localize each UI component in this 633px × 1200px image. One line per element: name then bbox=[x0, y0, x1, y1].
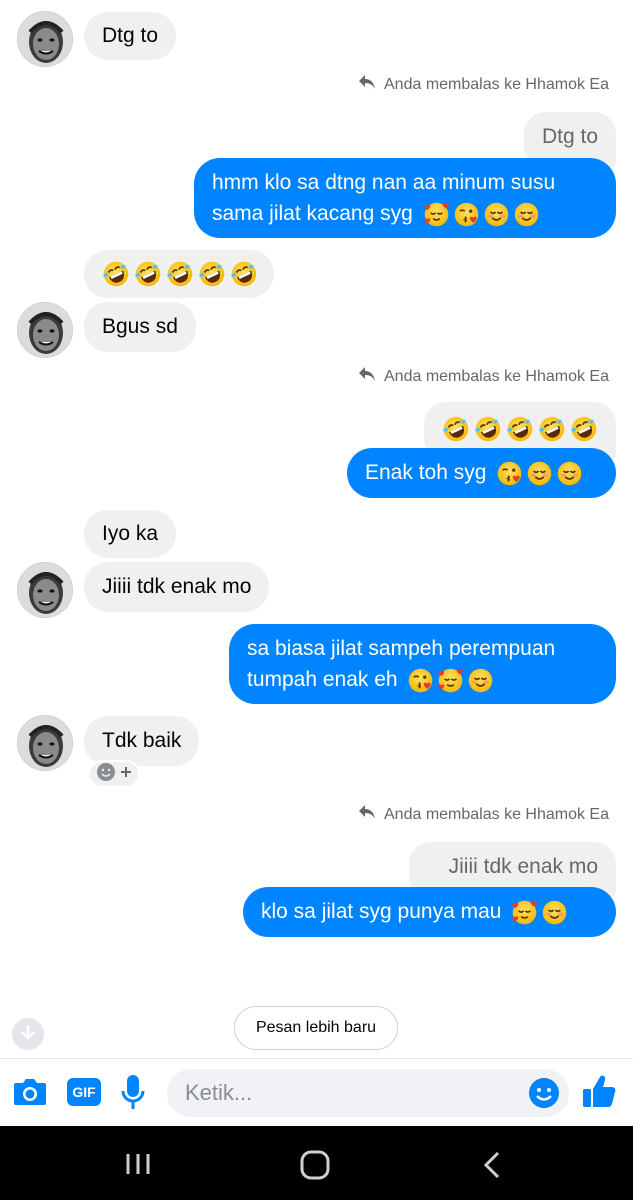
recents-icon[interactable] bbox=[124, 1152, 152, 1181]
reply-note-text: Anda membalas ke Hhamok Ea bbox=[384, 367, 609, 385]
camera-icon[interactable] bbox=[12, 1075, 48, 1114]
rofl-emoji-icon bbox=[506, 415, 534, 443]
rofl-emoji-icon bbox=[102, 260, 130, 288]
emoji-icon[interactable] bbox=[528, 1077, 560, 1126]
message-input[interactable]: Ketik... bbox=[167, 1069, 569, 1117]
reply-note-text: Anda membalas ke Hhamok Ea bbox=[384, 75, 609, 93]
face-blowing-kiss-icon bbox=[453, 201, 480, 228]
smiling-face-with-hearts-icon bbox=[437, 667, 464, 694]
rofl-emoji-icon bbox=[166, 260, 194, 288]
message-text: Enak toh syg bbox=[365, 461, 487, 484]
plus-icon bbox=[120, 765, 132, 783]
message-line-with-emoji: tumpah enak eh bbox=[247, 664, 598, 695]
incoming-message[interactable]: Dtg to bbox=[84, 12, 177, 60]
message-input-placeholder: Ketik... bbox=[185, 1080, 253, 1105]
message-text: tumpah enak eh bbox=[247, 668, 398, 691]
incoming-emoji-message[interactable] bbox=[84, 250, 274, 298]
composer-bar: GIF Ketik... bbox=[0, 1058, 633, 1126]
message-line: hmm klo sa dtng nan aa minum susu bbox=[212, 171, 556, 194]
smiling-face-icon bbox=[556, 460, 583, 487]
avatar[interactable] bbox=[17, 302, 73, 358]
face-blowing-kiss-icon bbox=[496, 460, 523, 487]
smiling-face-icon bbox=[513, 201, 540, 228]
face-blowing-kiss-icon bbox=[407, 667, 434, 694]
rofl-emoji-icon bbox=[538, 415, 566, 443]
incoming-message[interactable]: Iyo ka bbox=[84, 510, 177, 558]
home-icon[interactable] bbox=[300, 1150, 330, 1185]
smiling-face-icon bbox=[467, 667, 494, 694]
newer-messages-button[interactable]: Pesan lebih baru bbox=[234, 1006, 398, 1050]
rofl-emoji-icon bbox=[474, 415, 502, 443]
smiling-face-with-hearts-icon bbox=[511, 899, 538, 926]
reply-note: Anda membalas ke Hhamok Ea bbox=[358, 74, 609, 95]
emoji-icon bbox=[96, 762, 116, 787]
rofl-emoji-icon bbox=[570, 415, 598, 443]
reply-note: Anda membalas ke Hhamok Ea bbox=[358, 366, 609, 387]
incoming-message[interactable]: Bgus sd bbox=[84, 302, 196, 352]
outgoing-message[interactable]: hmm klo sa dtng nan aa minum susu sama j… bbox=[194, 158, 616, 238]
rofl-emoji-icon bbox=[442, 415, 470, 443]
avatar[interactable] bbox=[17, 562, 73, 618]
microphone-icon[interactable] bbox=[120, 1073, 146, 1118]
outgoing-message[interactable]: sa biasa jilat sampeh perempuan tumpah e… bbox=[229, 624, 616, 704]
reply-note-text: Anda membalas ke Hhamok Ea bbox=[384, 805, 609, 823]
smiling-face-icon bbox=[541, 899, 568, 926]
smiling-face-icon bbox=[483, 201, 510, 228]
incoming-message[interactable]: Jiiii tdk enak mo bbox=[84, 562, 270, 612]
gif-button[interactable]: GIF bbox=[67, 1078, 101, 1106]
rofl-emoji-icon bbox=[134, 260, 162, 288]
rofl-emoji-icon bbox=[198, 260, 226, 288]
avatar[interactable] bbox=[17, 715, 73, 771]
reply-icon bbox=[358, 804, 376, 825]
outgoing-message[interactable]: klo sa jilat syg punya mau bbox=[243, 887, 616, 937]
arrow-down-icon bbox=[19, 1023, 37, 1046]
message-line-with-emoji: sama jilat kacang syg bbox=[212, 198, 598, 229]
message-text: sama jilat kacang syg bbox=[212, 202, 413, 225]
reply-note: Anda membalas ke Hhamok Ea bbox=[358, 804, 609, 825]
message-text: klo sa jilat syg punya mau bbox=[261, 900, 502, 923]
reply-icon bbox=[358, 366, 376, 387]
add-reaction-button[interactable] bbox=[88, 760, 140, 788]
rofl-emoji-icon bbox=[230, 260, 258, 288]
system-navigation-bar bbox=[0, 1126, 633, 1200]
smiling-face-with-hearts-icon bbox=[423, 201, 450, 228]
like-icon[interactable] bbox=[581, 1073, 617, 1116]
back-icon[interactable] bbox=[482, 1150, 502, 1185]
scroll-to-bottom-button[interactable] bbox=[12, 1018, 44, 1050]
incoming-message[interactable]: Tdk baik bbox=[84, 716, 200, 766]
message-line: sa biasa jilat sampeh perempuan bbox=[247, 637, 556, 660]
reply-icon bbox=[358, 74, 376, 95]
avatar[interactable] bbox=[17, 11, 73, 67]
outgoing-message[interactable]: Enak toh syg bbox=[347, 448, 616, 498]
smiling-face-icon bbox=[526, 460, 553, 487]
